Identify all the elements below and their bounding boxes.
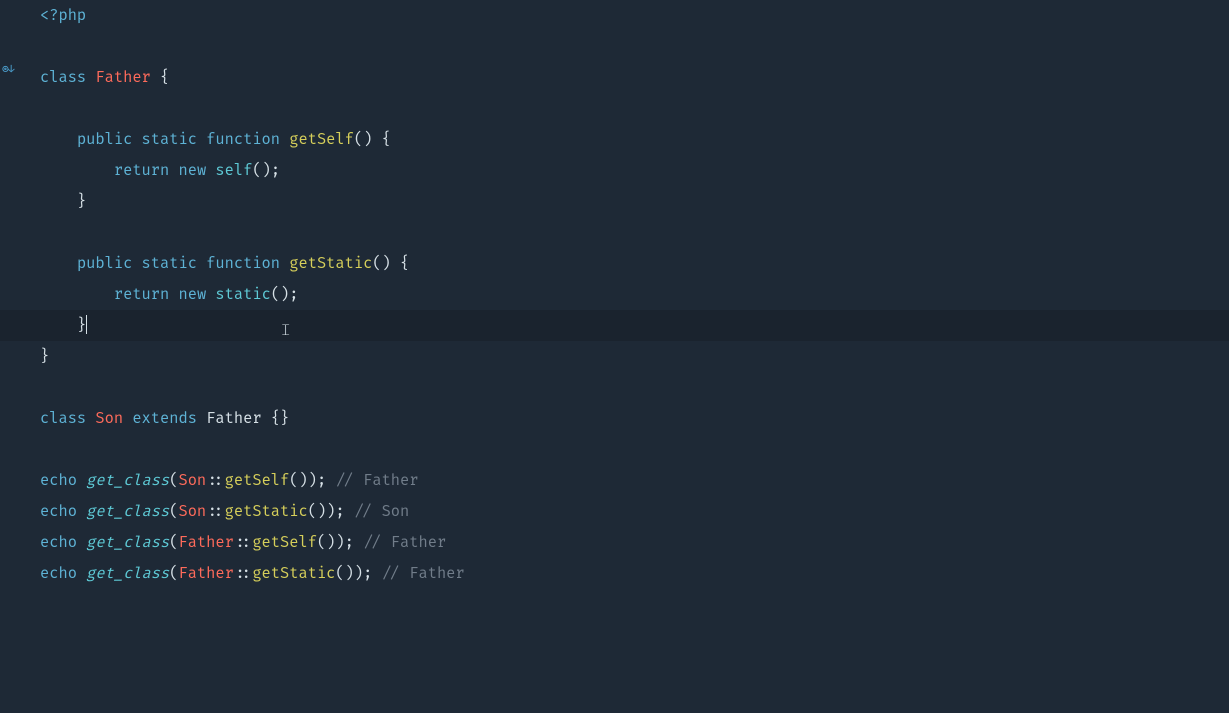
code-line[interactable] [40,372,1229,403]
brace: } [77,316,86,335]
punct: ()); [289,471,335,490]
builtin-get-class: get_class [86,471,169,490]
code-line[interactable]: public static function getSelf() { [40,124,1229,155]
keyword-return: return [114,161,179,180]
code-line[interactable]: <?php [40,0,1229,31]
editor-gutter: ◎↓ [0,0,18,713]
code-line[interactable]: class Father { [40,62,1229,93]
function-name: getSelf [289,130,354,149]
parens-brace: () { [354,130,391,149]
gutter-marker-icon: ◎↓ [2,63,14,76]
builtin-get-class: get_class [86,564,169,583]
punct: ()); [335,564,381,583]
brace: { [160,68,169,87]
keyword-echo: echo [40,564,86,583]
braces: {} [271,409,289,428]
punct: ()); [308,502,354,521]
method-call: getStatic [225,502,308,521]
class-ref: Father [178,533,233,552]
code-line-active[interactable]: }𝙸 [0,310,1229,341]
code-area[interactable]: <?php class Father { public static funct… [40,0,1229,589]
class-ref: Father [178,564,233,583]
keyword-new: new [178,285,215,304]
code-line[interactable]: echo get_class(Son::getStatic()); // Son [40,496,1229,527]
method-call: getSelf [252,533,317,552]
brace: } [40,347,49,366]
builtin-get-class: get_class [86,533,169,552]
code-line[interactable]: } [40,341,1229,372]
code-line[interactable]: echo get_class(Father::getSelf()); // Fa… [40,527,1229,558]
parent-class: Father [206,409,271,428]
code-line[interactable]: } [40,186,1229,217]
keyword-extends: extends [132,409,206,428]
function-name: getStatic [289,254,372,273]
keyword-function: function [206,130,289,149]
code-line[interactable] [40,434,1229,465]
builtin-get-class: get_class [86,502,169,521]
code-editor[interactable]: ◎↓ <?php class Father { public static fu… [0,0,1229,713]
code-line[interactable] [40,31,1229,62]
punct: (); [271,285,299,304]
modifiers: public static [77,130,206,149]
code-line[interactable]: return new self(); [40,155,1229,186]
punct: (); [252,161,280,180]
scope-op: :: [234,564,252,583]
brace: } [77,192,86,211]
parens-brace: () { [372,254,409,273]
keyword-class: class [40,68,95,87]
code-line[interactable] [40,93,1229,124]
scope-op: :: [206,502,224,521]
code-line[interactable]: echo get_class(Son::getSelf()); // Fathe… [40,465,1229,496]
php-open-tag: <?php [40,6,86,25]
comment: // Father [363,533,446,552]
keyword-echo: echo [40,533,86,552]
keyword-class: class [40,409,95,428]
class-ref: Son [178,471,206,490]
keyword-function: function [206,254,289,273]
type-self: self [215,161,252,180]
keyword-echo: echo [40,502,86,521]
type-static: static [215,285,270,304]
method-call: getStatic [252,564,335,583]
keyword-echo: echo [40,471,86,490]
scope-op: :: [234,533,252,552]
keyword-new: new [178,161,215,180]
comment: // Son [354,502,409,521]
code-line[interactable]: echo get_class(Father::getStatic()); // … [40,558,1229,589]
class-ref: Son [178,502,206,521]
keyword-return: return [114,285,179,304]
scope-op: :: [206,471,224,490]
code-line[interactable]: return new static(); [40,279,1229,310]
text-cursor [86,315,87,334]
punct: ()); [317,533,363,552]
method-call: getSelf [225,471,290,490]
class-name: Father [95,68,160,87]
code-line[interactable] [40,217,1229,248]
class-name: Son [95,409,132,428]
modifiers: public static [77,254,206,273]
code-line[interactable]: class Son extends Father {} [40,403,1229,434]
comment: // Father [382,564,465,583]
code-line[interactable]: public static function getStatic() { [40,248,1229,279]
comment: // Father [335,471,418,490]
